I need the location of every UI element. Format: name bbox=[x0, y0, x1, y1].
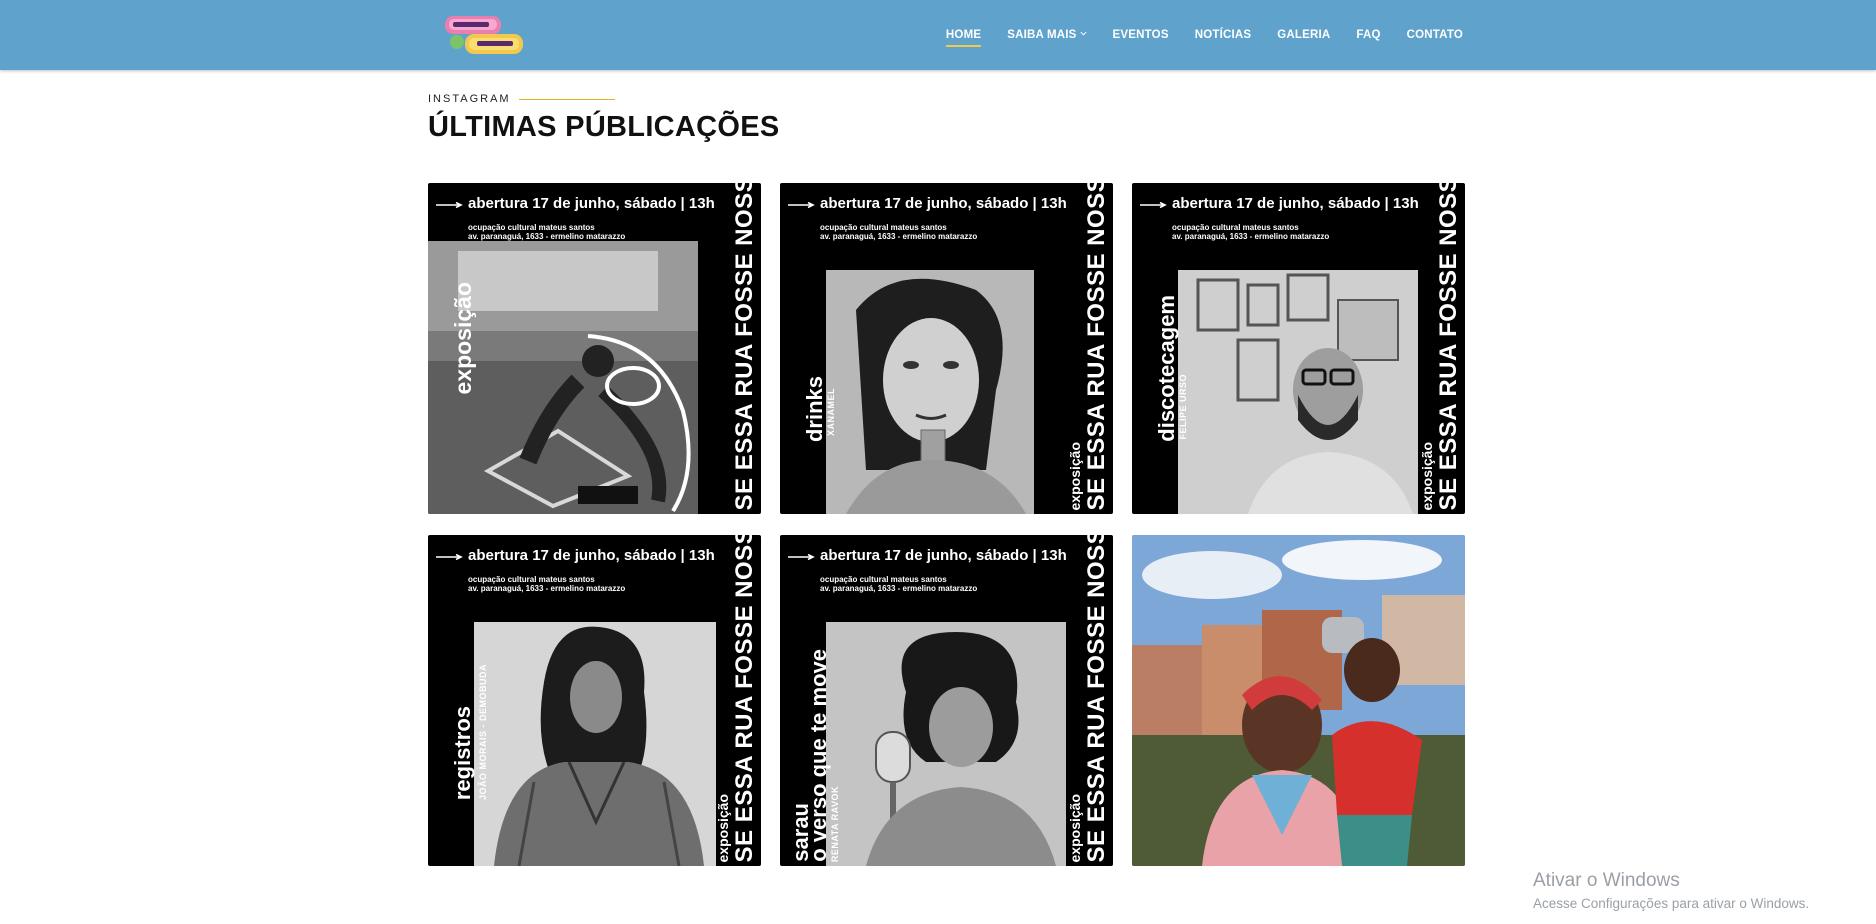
post-vertical-title: SE ESSA RUA FOSSE NOSSA bbox=[1083, 183, 1110, 510]
post-address: av. paranaguá, 1633 - ermelino matarazzo bbox=[468, 583, 626, 593]
post-side-title-2: o verso que te move bbox=[806, 649, 831, 862]
post-vertical-title: SE ESSA RUA FOSSE NOSSA bbox=[1435, 183, 1462, 510]
post-vertical-subtitle: exposição bbox=[715, 793, 731, 862]
post-address: av. paranaguá, 1633 - ermelino matarazzo bbox=[820, 231, 978, 241]
top-navbar: HOME SAIBA MAIS EVENTOS NOTÍCIAS GALERIA… bbox=[0, 0, 1876, 70]
instagram-post[interactable]: abertura 17 de junho, sábado | 13h ocupa… bbox=[780, 183, 1113, 514]
instagram-post[interactable]: abertura 17 de junho, sábado | 13h ocupa… bbox=[1132, 183, 1465, 514]
post-vertical-title: SE ESSA RUA FOSSE NOSSA bbox=[731, 535, 758, 862]
eyebrow-label: INSTAGRAM bbox=[428, 93, 511, 105]
arrow-icon bbox=[436, 554, 463, 560]
family-photo-image bbox=[1132, 535, 1465, 866]
post-location: ocupação cultural mateus santos av. paran… bbox=[468, 223, 626, 241]
arrow-icon bbox=[788, 202, 815, 208]
post-headline: abertura 17 de junho, sábado | 13h bbox=[468, 547, 715, 564]
post-side-credit: FELIPE URSO bbox=[1178, 374, 1188, 440]
post-photo bbox=[826, 622, 1066, 866]
watermark-title: Ativar o Windows bbox=[1533, 870, 1680, 891]
nav-saiba-mais[interactable]: SAIBA MAIS bbox=[1007, 29, 1087, 41]
nav-galeria[interactable]: GALERIA bbox=[1277, 29, 1330, 41]
site-logo[interactable] bbox=[443, 14, 525, 56]
post-headline: abertura 17 de junho, sábado | 13h bbox=[820, 195, 1067, 212]
post-photo bbox=[826, 270, 1034, 514]
nav-contato[interactable]: CONTATO bbox=[1407, 29, 1463, 41]
post-headline: abertura 17 de junho, sábado | 13h bbox=[468, 195, 715, 212]
eyebrow-divider bbox=[518, 98, 615, 100]
instagram-post[interactable]: abertura 17 de junho, sábado | 13h ocupa… bbox=[780, 535, 1113, 866]
post-vertical-title: SE ESSA RUA FOSSE NOSSA bbox=[731, 183, 758, 510]
watermark-subtitle: Acesse Configurações para ativar o Windo… bbox=[1533, 896, 1810, 911]
post-side-title: exposição bbox=[450, 281, 476, 395]
section-eyebrow: INSTAGRAM bbox=[428, 93, 615, 105]
post-location: ocupação cultural mateus santos av. paran… bbox=[1172, 223, 1330, 241]
instagram-post[interactable] bbox=[1132, 535, 1465, 866]
portrait-photo-image bbox=[474, 622, 716, 866]
instagram-post[interactable]: abertura 17 de junho, sábado | 13h ocupa… bbox=[428, 535, 761, 866]
arrow-icon bbox=[788, 554, 815, 560]
post-address: av. paranaguá, 1633 - ermelino matarazzo bbox=[1172, 231, 1330, 241]
instagram-post[interactable]: abertura 17 de junho, sábado | 13h ocupa… bbox=[428, 183, 761, 514]
windows-activation-watermark: Ativar o Windows Acesse Configurações pa… bbox=[1533, 870, 1809, 911]
post-address: av. paranaguá, 1633 - ermelino matarazzo bbox=[468, 231, 626, 241]
nav-noticias[interactable]: NOTÍCIAS bbox=[1195, 29, 1252, 41]
post-location: ocupação cultural mateus santos av. paran… bbox=[820, 575, 978, 593]
portrait-photo-image bbox=[1178, 270, 1418, 514]
post-vertical-subtitle: exposição bbox=[1419, 441, 1435, 510]
post-vertical-title: SE ESSA RUA FOSSE NOSSA bbox=[1083, 535, 1110, 862]
post-photo bbox=[1178, 270, 1418, 514]
nav-home[interactable]: HOME bbox=[945, 29, 982, 47]
main-nav: HOME SAIBA MAIS EVENTOS NOTÍCIAS GALERIA… bbox=[920, 29, 1463, 47]
instagram-grid: abertura 17 de junho, sábado | 13h ocupa… bbox=[428, 183, 1465, 867]
post-side-title: discotecagem bbox=[1154, 295, 1179, 442]
post-photo bbox=[474, 622, 716, 866]
post-headline: abertura 17 de junho, sábado | 13h bbox=[1172, 195, 1419, 212]
nav-eventos[interactable]: EVENTOS bbox=[1113, 29, 1169, 41]
post-side-title: drinks bbox=[802, 375, 827, 442]
post-location: ocupação cultural mateus santos av. paran… bbox=[820, 223, 978, 241]
post-vertical-subtitle: exposição bbox=[1067, 793, 1083, 862]
chevron-down-icon bbox=[1080, 31, 1087, 36]
arrow-icon bbox=[436, 202, 463, 208]
post-headline: abertura 17 de junho, sábado | 13h bbox=[820, 547, 1067, 564]
portrait-photo-image bbox=[826, 270, 1034, 514]
nav-faq[interactable]: FAQ bbox=[1356, 29, 1380, 41]
post-side-credit: RENATA RAVOK bbox=[830, 785, 840, 862]
post-side-credit: XANAMEL bbox=[826, 388, 836, 436]
post-side-credit: JOÃO MORAIS - DEMOBUDA bbox=[478, 663, 488, 800]
portrait-photo-image bbox=[826, 622, 1066, 866]
arrow-icon bbox=[1140, 202, 1167, 208]
section-title: ÚLTIMAS PÚBLICAÇÕES bbox=[428, 111, 780, 143]
post-location: ocupação cultural mateus santos av. paran… bbox=[468, 575, 626, 593]
post-vertical-subtitle: exposição bbox=[1067, 441, 1083, 510]
post-side-title: registros bbox=[450, 705, 475, 800]
post-address: av. paranaguá, 1633 - ermelino matarazzo bbox=[820, 583, 978, 593]
nav-saiba-mais-label: SAIBA MAIS bbox=[1007, 29, 1077, 41]
